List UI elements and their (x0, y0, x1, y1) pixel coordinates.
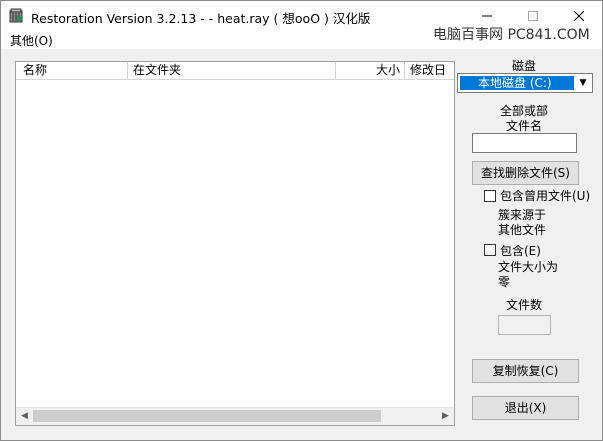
exit-button[interactable]: 退出(X) (472, 396, 579, 420)
include-label: 包含(E) (500, 244, 541, 258)
zero-size-line2: 零 (498, 275, 511, 289)
include-used-checkbox[interactable] (484, 190, 496, 202)
chevron-down-icon[interactable]: ▼ (576, 76, 590, 90)
disk-label: 磁盘 (512, 59, 537, 73)
menu-other[interactable]: 其他(O) (10, 32, 53, 49)
column-header-folder[interactable]: 在文件夹 (128, 62, 336, 79)
deleted-files-list[interactable]: 名称 在文件夹 大小 修改日 ◀ ▶ (15, 61, 455, 426)
list-header: 名称 在文件夹 大小 修改日 (16, 62, 454, 80)
include-zero-size-checkbox[interactable] (484, 244, 496, 256)
copy-restore-button[interactable]: 复制恢复(C) (472, 359, 579, 383)
include-used-label: 包含曾用文件(U) (500, 189, 591, 203)
window-title: Restoration Version 3.2.13 - - heat.ray … (31, 11, 371, 26)
app-window: Restoration Version 3.2.13 - - heat.ray … (0, 0, 603, 441)
restoration-app-icon[interactable] (8, 8, 24, 24)
maximize-icon (528, 11, 538, 21)
find-deleted-files-button[interactable]: 查找删除文件(S) (472, 161, 579, 185)
disk-select-value: 本地磁盘 (C:) (460, 76, 574, 90)
file-count-field (498, 315, 551, 335)
minimize-icon (482, 15, 492, 17)
file-count-label: 文件数 (506, 298, 543, 312)
column-header-name[interactable]: 名称 (16, 62, 128, 79)
scrollbar-thumb[interactable] (33, 410, 381, 422)
close-icon (574, 11, 584, 21)
column-header-modified[interactable]: 修改日 (405, 62, 454, 79)
horizontal-scrollbar[interactable]: ◀ ▶ (16, 407, 454, 425)
filename-input[interactable] (472, 133, 577, 153)
cluster-source-line2: 其他文件 (498, 223, 547, 237)
scroll-right-icon[interactable]: ▶ (437, 408, 454, 425)
column-header-size[interactable]: 大小 (336, 62, 405, 79)
scroll-left-icon[interactable]: ◀ (16, 408, 33, 425)
watermark: 电脑百事网 PC841.COM (433, 27, 590, 43)
filename-label-line2: 文件名 (506, 119, 543, 133)
disk-select[interactable]: 本地磁盘 (C:) ▼ (457, 73, 593, 93)
